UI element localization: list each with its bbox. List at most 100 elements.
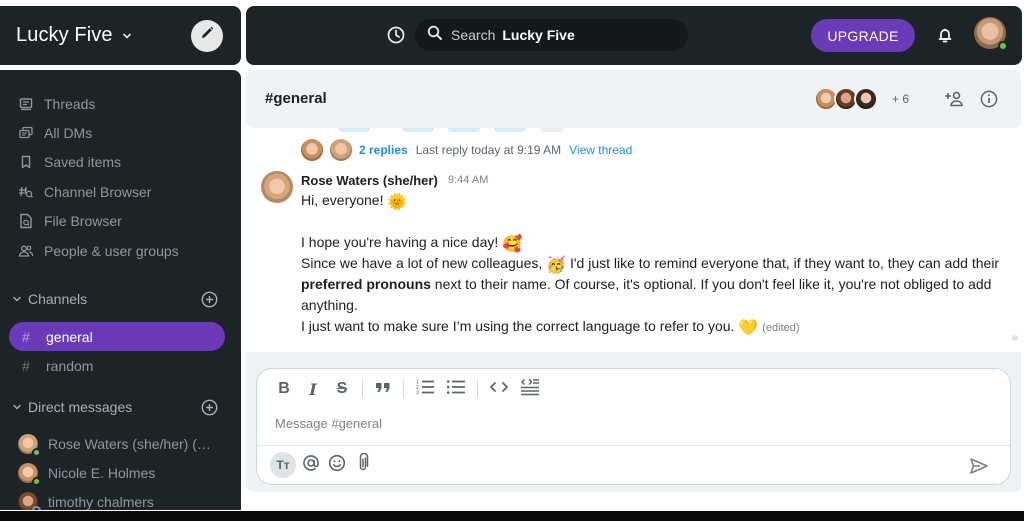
info-icon[interactable] bbox=[980, 90, 998, 108]
message-author[interactable]: Rose Waters (she/her) bbox=[301, 173, 438, 188]
channel-random[interactable]: # random bbox=[9, 351, 225, 380]
avatar bbox=[18, 463, 41, 486]
avatar bbox=[330, 139, 352, 161]
reaction-pill[interactable] bbox=[540, 128, 564, 132]
mention-button[interactable] bbox=[298, 452, 324, 478]
dm-name: Nicole E. Holmes bbox=[48, 465, 156, 481]
dm-section-label: Direct messages bbox=[28, 399, 133, 415]
scrollbar-indicator[interactable] bbox=[1012, 335, 1018, 341]
ordered-list-button[interactable]: 123 bbox=[415, 379, 435, 399]
bullet-list-button[interactable] bbox=[446, 379, 466, 399]
at-sign-icon bbox=[302, 454, 320, 477]
app-window: Lucky Five Search Lucky Five UPGRADE Thr… bbox=[0, 0, 1024, 521]
dm-name: Rose Waters (she/her) (… bbox=[48, 436, 211, 452]
emoji-button[interactable] bbox=[324, 452, 350, 478]
quote-button[interactable] bbox=[374, 379, 392, 399]
user-avatar[interactable] bbox=[974, 17, 1008, 51]
paperclip-icon bbox=[356, 452, 370, 478]
message-text: Hi, everyone! bbox=[301, 192, 384, 208]
add-person-icon[interactable] bbox=[944, 90, 964, 108]
threads-icon bbox=[18, 96, 34, 112]
send-icon bbox=[969, 458, 989, 479]
member-overflow-count[interactable]: + 6 bbox=[892, 92, 909, 106]
reply-count-link[interactable]: 2 replies bbox=[359, 143, 408, 157]
add-dm-icon[interactable] bbox=[201, 399, 218, 416]
toolbar-divider bbox=[362, 380, 363, 398]
bookmark-icon bbox=[18, 154, 34, 170]
send-button[interactable] bbox=[969, 457, 989, 475]
search-input[interactable]: Search Lucky Five bbox=[415, 19, 688, 51]
code-button[interactable] bbox=[489, 379, 509, 399]
pencil-icon bbox=[199, 25, 215, 46]
reaction-pill[interactable] bbox=[402, 128, 434, 132]
sidebar-item-label: Saved items bbox=[44, 154, 122, 170]
code-block-button[interactable] bbox=[520, 378, 540, 401]
sidebar-item-channel-browser[interactable]: Channel Browser bbox=[18, 181, 151, 203]
workspace-name[interactable]: Lucky Five bbox=[16, 24, 113, 47]
message-text: I'd just like to remind everyone that, i… bbox=[569, 255, 1000, 271]
sun-emoji: 🌞 bbox=[387, 194, 408, 211]
message-author-avatar[interactable] bbox=[261, 171, 293, 203]
dm-item[interactable]: Nicole E. Holmes bbox=[18, 462, 156, 486]
add-channel-icon[interactable] bbox=[201, 291, 218, 308]
reaction-pill[interactable] bbox=[448, 128, 480, 132]
reaction-pill[interactable] bbox=[338, 128, 370, 132]
view-thread-link[interactable]: View thread bbox=[569, 143, 632, 157]
edited-label: (edited) bbox=[762, 322, 800, 334]
message-timestamp: 9:44 AM bbox=[448, 174, 489, 186]
hash-icon: # bbox=[22, 328, 30, 345]
smiley-icon bbox=[328, 454, 346, 477]
dm-item[interactable]: timothy chalmers bbox=[18, 491, 154, 510]
channel-name: random bbox=[46, 357, 94, 374]
search-placeholder: Search bbox=[451, 27, 496, 43]
top-bar: Search Lucky Five UPGRADE bbox=[246, 6, 1022, 65]
code-block-icon bbox=[520, 378, 540, 401]
italic-button[interactable]: I bbox=[304, 379, 322, 399]
ordered-list-icon: 123 bbox=[415, 378, 435, 401]
text-format-button[interactable]: Tт bbox=[270, 452, 296, 478]
channel-title: #general bbox=[265, 90, 327, 107]
sidebar-item-label: All DMs bbox=[44, 125, 93, 141]
file-browser-icon bbox=[18, 213, 34, 229]
message-text: I just want to make sure I’m using the c… bbox=[301, 318, 735, 334]
message-line: Since we have a lot of new colleagues, 🥳… bbox=[301, 253, 1001, 316]
smiling-hearts-emoji: 🥰 bbox=[502, 236, 523, 253]
sidebar-item-file-browser[interactable]: File Browser bbox=[18, 210, 122, 232]
reaction-pill[interactable] bbox=[494, 128, 526, 132]
dm-section-header[interactable]: Direct messages bbox=[12, 396, 218, 418]
text-format-icon: Tт bbox=[276, 458, 290, 472]
message-bold-text: preferred pronouns bbox=[301, 276, 431, 292]
message-text: Since we have a lot of new colleagues, bbox=[301, 255, 543, 271]
online-status-indicator bbox=[32, 448, 41, 457]
strikethrough-button[interactable]: S bbox=[333, 379, 351, 399]
hash-icon: # bbox=[22, 357, 30, 374]
message-body: Hi, everyone! 🌞 I hope you're having a n… bbox=[301, 190, 1001, 339]
channel-general[interactable]: # general bbox=[9, 322, 225, 351]
attach-button[interactable] bbox=[350, 452, 376, 478]
toolbar-divider bbox=[477, 380, 478, 398]
sidebar-item-threads[interactable]: Threads bbox=[18, 93, 95, 115]
chevron-down-icon bbox=[12, 294, 22, 304]
code-icon bbox=[489, 380, 509, 399]
compose-button[interactable] bbox=[191, 19, 223, 52]
bell-icon[interactable] bbox=[935, 25, 955, 45]
sidebar-item-all-dms[interactable]: All DMs bbox=[18, 122, 92, 144]
message-input[interactable] bbox=[275, 413, 975, 433]
sidebar-item-people[interactable]: People & user groups bbox=[18, 240, 179, 262]
member-avatars[interactable] bbox=[814, 87, 878, 111]
sidebar: Threads All DMs Saved items Channel Brow… bbox=[0, 70, 241, 510]
message-line: Hi, everyone! 🌞 bbox=[301, 190, 1001, 211]
chevron-down-icon[interactable] bbox=[121, 30, 133, 42]
upgrade-button[interactable]: UPGRADE bbox=[811, 19, 915, 52]
party-face-emoji: 🥳 bbox=[546, 257, 567, 274]
clock-icon[interactable] bbox=[386, 25, 406, 45]
composer-area: B I S 123 Message #general Tт bbox=[246, 352, 1022, 492]
dm-item[interactable]: Rose Waters (she/her) (… bbox=[18, 433, 211, 457]
bold-button[interactable]: B bbox=[275, 379, 293, 399]
channels-section-header[interactable]: Channels bbox=[12, 288, 218, 310]
sidebar-item-saved-items[interactable]: Saved items bbox=[18, 151, 121, 173]
sidebar-item-label: Threads bbox=[44, 96, 96, 112]
svg-text:3: 3 bbox=[416, 390, 419, 396]
thread-summary: 2 replies Last reply today at 9:19 AM Vi… bbox=[301, 139, 632, 161]
last-reply-time: Last reply today at 9:19 AM bbox=[415, 143, 562, 157]
